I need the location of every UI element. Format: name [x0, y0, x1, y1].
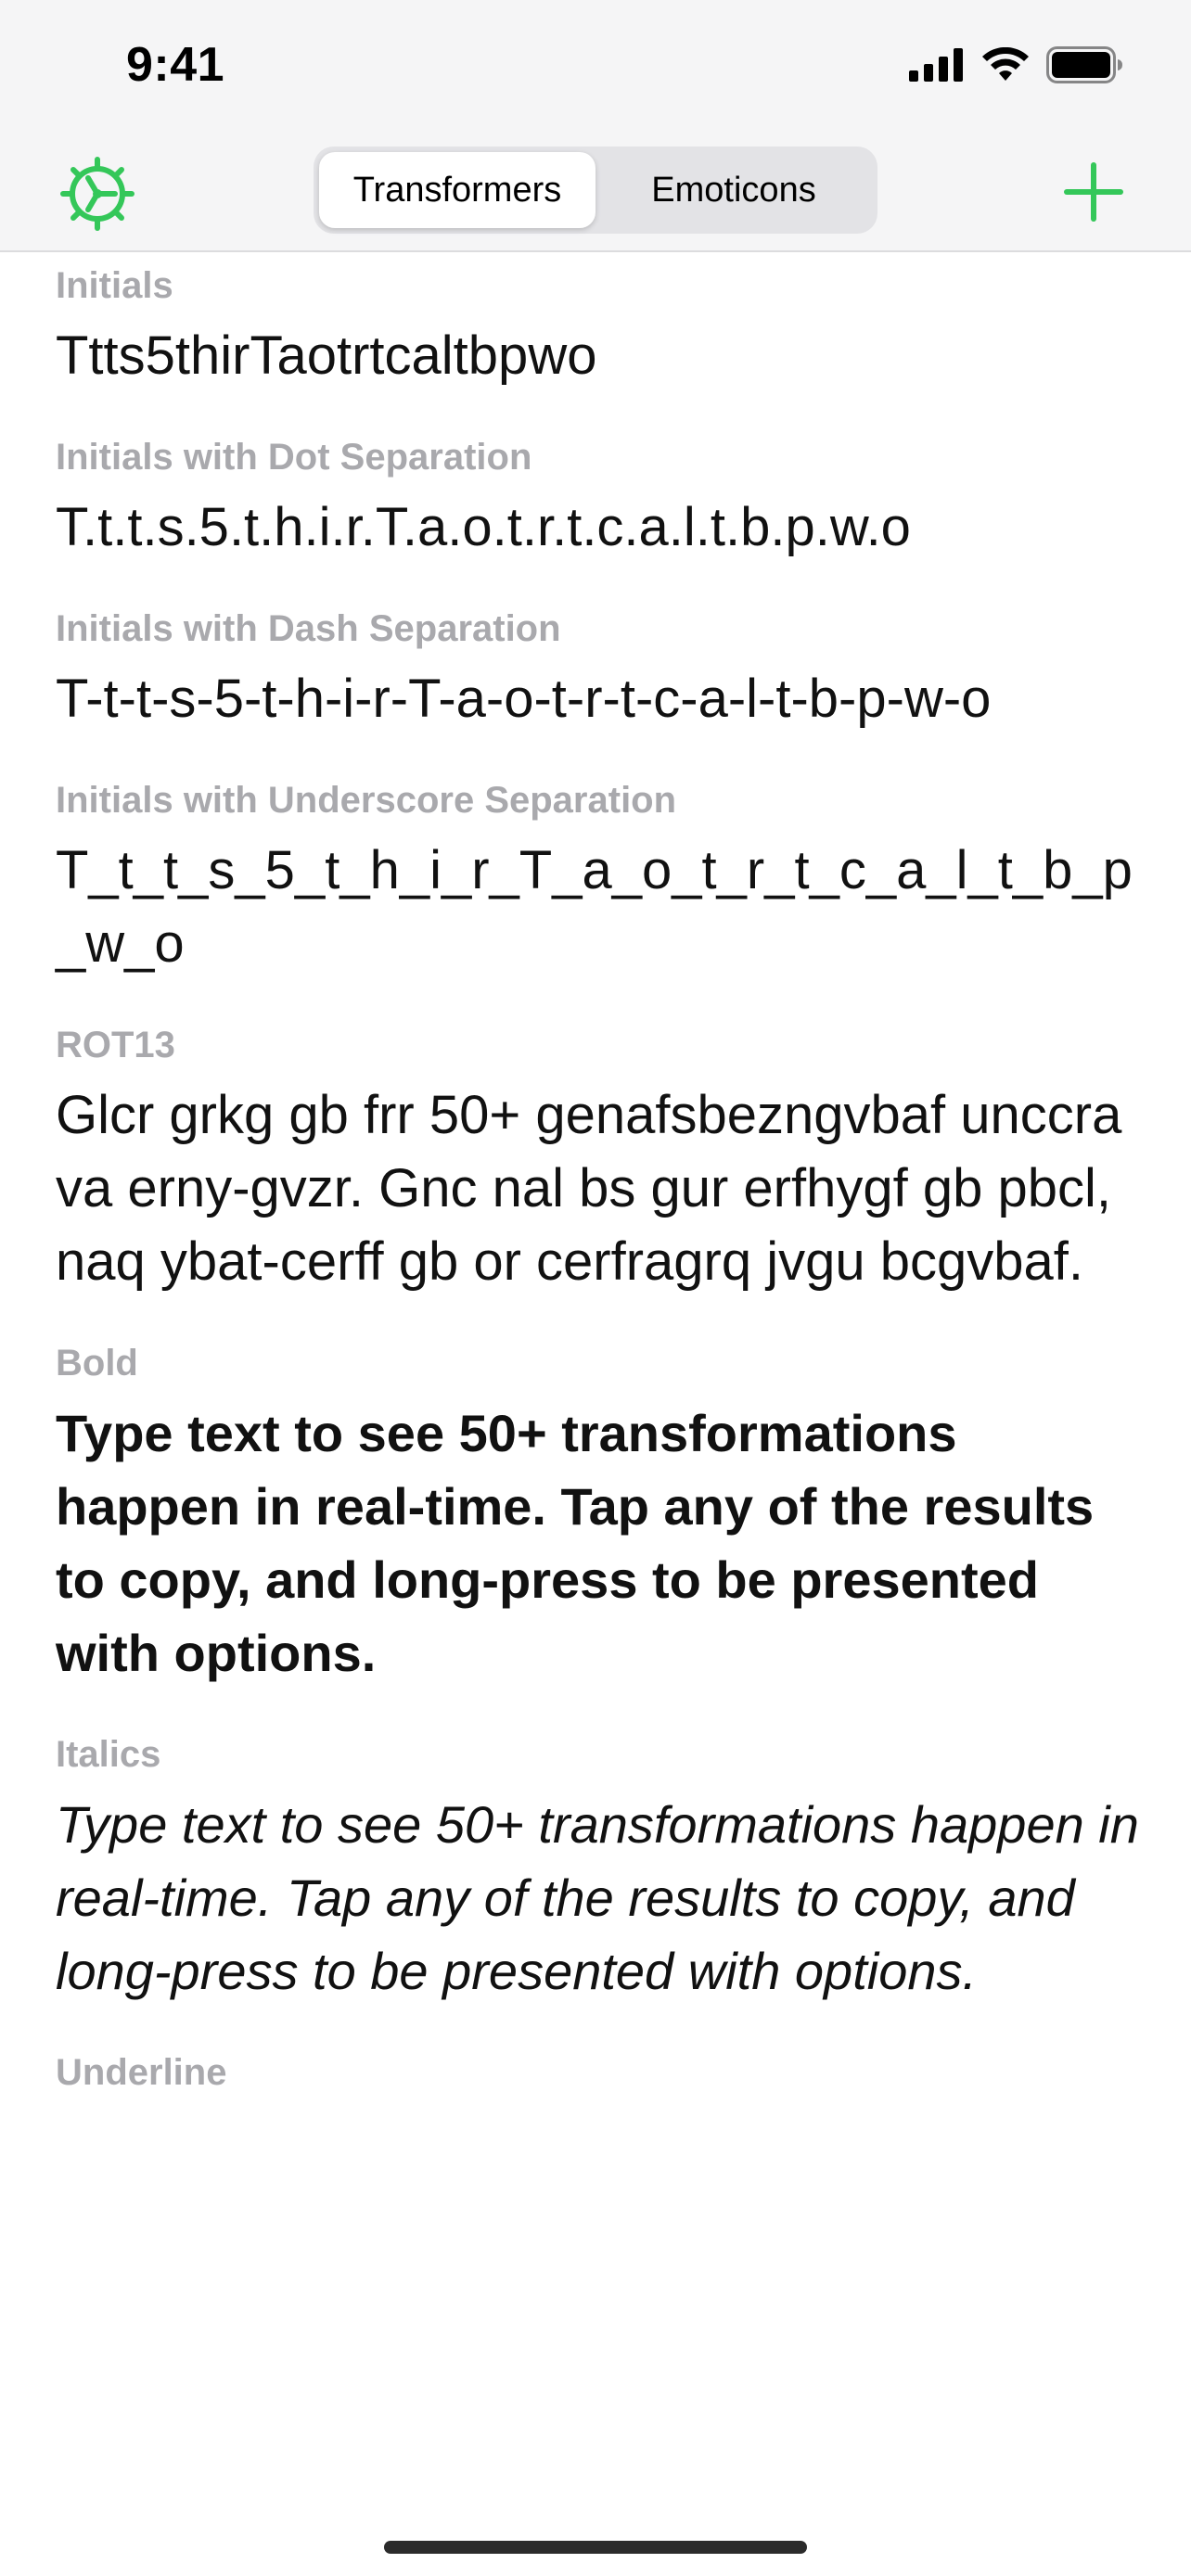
results-list: Initials Ttts5thirTaotrtcaltbpwo Initial… — [56, 252, 1141, 2106]
result-label: Underline — [56, 2052, 227, 2093]
result-label: Initials with Underscore Separation — [56, 780, 677, 821]
result-bold[interactable]: Bold Type text to see 50+ transformation… — [56, 1330, 1141, 1721]
result-value[interactable]: Type text to see 50+ transformations hap… — [56, 1788, 1141, 2013]
result-underline[interactable]: Underline — [56, 2039, 1141, 2106]
result-initials-dot[interactable]: Initials with Dot Separation T.t.t.s.5.t… — [56, 424, 1141, 595]
cellular-signal-icon — [909, 48, 963, 82]
segmented-control: Transformers Emoticons — [314, 147, 877, 234]
status-icons — [909, 46, 1124, 83]
battery-full-icon — [1046, 46, 1122, 83]
result-value[interactable]: Type text to see 50+ transformations hap… — [56, 1396, 1141, 1695]
result-value[interactable]: T.t.t.s.5.t.h.i.r.T.a.o.t.r.t.c.a.l.t.b.… — [56, 491, 1141, 569]
result-initials[interactable]: Initials Ttts5thirTaotrtcaltbpwo — [56, 252, 1141, 424]
wifi-icon — [982, 47, 1029, 81]
result-value[interactable]: Ttts5thirTaotrtcaltbpwo — [56, 319, 1141, 398]
gear-icon[interactable] — [58, 154, 137, 234]
result-initials-underscore[interactable]: Initials with Underscore Separation T_t_… — [56, 767, 1141, 1012]
result-italics[interactable]: Italics Type text to see 50+ transformat… — [56, 1721, 1141, 2039]
tab-transformers[interactable]: Transformers — [319, 152, 596, 228]
result-label: Initials with Dash Separation — [56, 608, 561, 649]
result-value[interactable]: T-t-t-s-5-t-h-i-r-T-a-o-t-r-t-c-a-l-t-b-… — [56, 662, 1141, 741]
result-label: Bold — [56, 1343, 138, 1384]
result-label: Initials — [56, 265, 173, 306]
result-value[interactable]: Glcr grkg gb frr 50+ genafsbezngvbaf unc… — [56, 1078, 1141, 1304]
result-value[interactable]: T_t_t_s_5_t_h_i_r_T_a_o_t_r_t_c_a_l_t_b_… — [56, 834, 1141, 986]
home-indicator[interactable] — [384, 2541, 807, 2554]
result-label: Initials with Dot Separation — [56, 437, 532, 478]
plus-icon[interactable] — [1061, 159, 1126, 224]
top-bar: 9:41 Transformers Emoticons — [0, 0, 1191, 252]
status-bar: 9:41 — [0, 0, 1191, 130]
status-time: 9:41 — [126, 38, 225, 92]
nav-bar: Transformers Emoticons — [0, 139, 1191, 250]
tab-emoticons[interactable]: Emoticons — [596, 152, 872, 228]
result-rot13[interactable]: ROT13 Glcr grkg gb frr 50+ genafsbezngvb… — [56, 1012, 1141, 1330]
result-label: Italics — [56, 1734, 161, 1775]
result-initials-dash[interactable]: Initials with Dash Separation T-t-t-s-5-… — [56, 595, 1141, 767]
result-label: ROT13 — [56, 1025, 175, 1065]
